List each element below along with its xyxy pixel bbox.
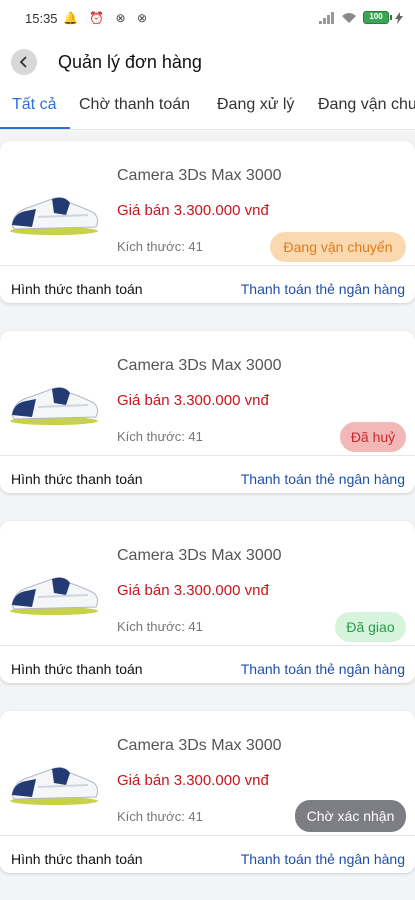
tab-processing[interactable]: Đang xử lý [217,96,294,114]
product-price: Giá bán 3.300.000 vnđ [117,392,269,409]
payment-method-value: Thanh toán thẻ ngân hàng [240,281,405,297]
product-image [10,197,99,235]
tab-bar: Tất cả Chờ thanh toán Đang xử lý Đang vậ… [0,86,415,130]
tab-shipping[interactable]: Đang vận chu [318,96,415,114]
wifi-icon [342,12,356,23]
product-name: Camera 3Ds Max 3000 [117,167,282,184]
divider [0,455,415,456]
status-badge: Chờ xác nhận [295,800,406,832]
payment-method-label: Hình thức thanh toán [11,851,143,867]
product-image [10,767,99,805]
payment-method-label: Hình thức thanh toán [11,281,143,297]
payment-method-label: Hình thức thanh toán [11,661,143,677]
product-size: Kích thước: 41 [117,809,203,824]
product-name: Camera 3Ds Max 3000 [117,357,282,374]
divider [0,645,415,646]
divider [0,835,415,836]
tab-all[interactable]: Tất cả [12,96,56,114]
signal-icon [319,11,335,24]
payment-method-label: Hình thức thanh toán [11,471,143,487]
page-title: Quản lý đơn hàng [58,52,202,72]
payment-method-value: Thanh toán thẻ ngân hàng [240,471,405,487]
chevron-left-icon [19,56,27,68]
product-image [10,577,99,615]
product-size: Kích thước: 41 [117,239,203,254]
order-card[interactable]: Camera 3Ds Max 3000 Giá bán 3.300.000 vn… [0,141,415,303]
product-price: Giá bán 3.300.000 vnđ [117,202,269,219]
notification-icons: 🔔 ⏰ ⊗ ⊗ [63,11,151,25]
status-badge: Đang vận chuyển [270,232,406,262]
active-tab-indicator [0,127,70,129]
tab-pending-payment[interactable]: Chờ thanh toán [79,96,190,114]
order-card[interactable]: Camera 3Ds Max 3000 Giá bán 3.300.000 vn… [0,521,415,683]
divider [0,265,415,266]
battery-icon: 100 [363,11,392,24]
status-right: 100 [319,11,403,24]
payment-method-value: Thanh toán thẻ ngân hàng [240,851,405,867]
status-badge: Đã giao [335,612,406,642]
header: Quản lý đơn hàng [0,42,415,82]
product-size: Kích thước: 41 [117,619,203,634]
product-image [10,387,99,425]
product-size: Kích thước: 41 [117,429,203,444]
payment-method-value: Thanh toán thẻ ngân hàng [240,661,405,677]
status-badge: Đã huỷ [340,422,406,452]
order-card[interactable]: Camera 3Ds Max 3000 Giá bán 3.300.000 vn… [0,711,415,873]
order-card[interactable]: Camera 3Ds Max 3000 Giá bán 3.300.000 vn… [0,331,415,493]
product-price: Giá bán 3.300.000 vnđ [117,772,269,789]
status-time: 15:35 [25,11,58,26]
back-button[interactable] [11,49,37,75]
charging-icon [395,11,403,24]
product-price: Giá bán 3.300.000 vnđ [117,582,269,599]
top-area: 15:35 🔔 ⏰ ⊗ ⊗ 100 Quản lý đơn hàng Tất c… [0,0,415,131]
product-name: Camera 3Ds Max 3000 [117,547,282,564]
status-bar: 15:35 🔔 ⏰ ⊗ ⊗ 100 [0,0,415,38]
product-name: Camera 3Ds Max 3000 [117,737,282,754]
